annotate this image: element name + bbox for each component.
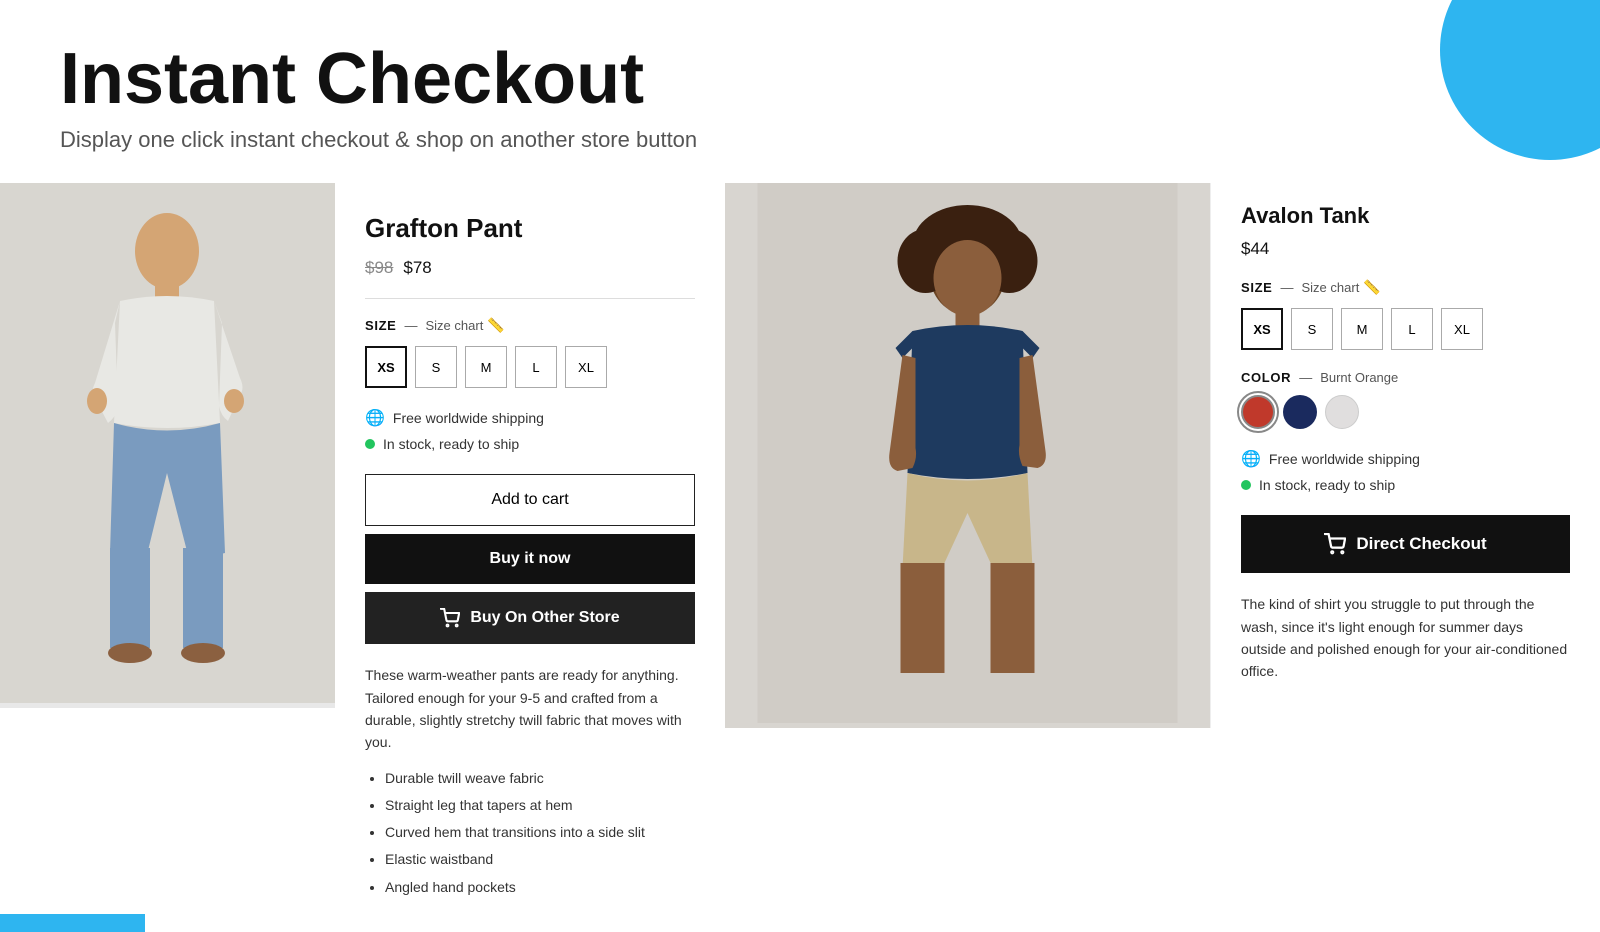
- product-image-right: [725, 183, 1210, 728]
- divider-grafton: [365, 298, 695, 299]
- price-original-grafton: $98: [365, 258, 393, 278]
- shipping-text-grafton: Free worldwide shipping: [393, 410, 544, 426]
- color-swatches-avalon: [1241, 395, 1570, 429]
- size-chart-link-avalon[interactable]: Size chart 📏: [1302, 279, 1381, 296]
- add-to-cart-button[interactable]: Add to cart: [365, 474, 695, 526]
- stock-row-grafton: In stock, ready to ship: [365, 436, 695, 452]
- page-subtitle: Display one click instant checkout & sho…: [60, 127, 1540, 153]
- feature-4: Elastic waistband: [385, 847, 695, 872]
- color-swatch-light-gray[interactable]: [1325, 395, 1359, 429]
- size-btn-m-avalon[interactable]: M: [1341, 308, 1383, 350]
- size-chart-icon-grafton: 📏: [487, 317, 504, 334]
- green-dot-avalon: [1241, 480, 1251, 490]
- page-title: Instant Checkout: [60, 40, 1540, 119]
- shipping-text-avalon: Free worldwide shipping: [1269, 451, 1420, 467]
- product-description-avalon: The kind of shirt you struggle to put th…: [1241, 593, 1570, 683]
- direct-checkout-label: Direct Checkout: [1356, 534, 1486, 554]
- size-btn-s-avalon[interactable]: S: [1291, 308, 1333, 350]
- buy-other-store-label: Buy On Other Store: [470, 609, 619, 627]
- size-chart-link-grafton[interactable]: Size chart 📏: [426, 317, 505, 334]
- shipping-row-grafton: 🌐 Free worldwide shipping: [365, 408, 695, 428]
- product-image-left: [0, 183, 335, 708]
- green-dot-grafton: [365, 439, 375, 449]
- stock-text-grafton: In stock, ready to ship: [383, 436, 519, 452]
- size-btn-m-grafton[interactable]: M: [465, 346, 507, 388]
- stock-row-avalon: In stock, ready to ship: [1241, 477, 1570, 493]
- product-description-grafton: These warm-weather pants are ready for a…: [365, 664, 695, 754]
- size-btn-l-grafton[interactable]: L: [515, 346, 557, 388]
- size-btn-s-grafton[interactable]: S: [415, 346, 457, 388]
- size-chart-icon-avalon: 📏: [1363, 279, 1380, 296]
- header: Instant Checkout Display one click insta…: [0, 0, 1600, 183]
- feature-5: Angled hand pockets: [385, 875, 695, 900]
- cart-icon-other-store: [440, 608, 460, 628]
- size-label-grafton: SIZE: [365, 318, 397, 333]
- product-name-avalon: Avalon Tank: [1241, 203, 1570, 229]
- size-btn-xs-grafton[interactable]: XS: [365, 346, 407, 388]
- product-photo-left: [0, 183, 335, 703]
- globe-icon-avalon: 🌐: [1241, 449, 1261, 469]
- size-buttons-avalon: XS S M L XL: [1241, 308, 1570, 350]
- size-btn-xs-avalon[interactable]: XS: [1241, 308, 1283, 350]
- feature-2: Straight leg that tapers at hem: [385, 793, 695, 818]
- globe-icon-grafton: 🌐: [365, 408, 385, 428]
- size-btn-l-avalon[interactable]: L: [1391, 308, 1433, 350]
- stock-text-avalon: In stock, ready to ship: [1259, 477, 1395, 493]
- cart-icon-direct-checkout: [1324, 533, 1346, 555]
- size-label-avalon: SIZE: [1241, 280, 1273, 295]
- size-label-row-avalon: SIZE — Size chart 📏: [1241, 279, 1570, 296]
- product-name-grafton: Grafton Pant: [365, 213, 695, 244]
- product-detail-avalon: Avalon Tank $44 SIZE — Size chart 📏 XS S…: [1210, 183, 1600, 728]
- buy-it-now-button[interactable]: Buy it now: [365, 534, 695, 584]
- product-detail-grafton: Grafton Pant $98 $78 SIZE — Size chart 📏…: [335, 183, 725, 932]
- direct-checkout-button[interactable]: Direct Checkout: [1241, 515, 1570, 573]
- size-btn-xl-grafton[interactable]: XL: [565, 346, 607, 388]
- color-value-avalon: Burnt Orange: [1320, 370, 1398, 385]
- color-swatch-burnt-orange[interactable]: [1241, 395, 1275, 429]
- product-photo-right: [725, 183, 1210, 723]
- color-label-avalon: COLOR: [1241, 370, 1291, 385]
- buy-other-store-button[interactable]: Buy On Other Store: [365, 592, 695, 644]
- feature-3: Curved hem that transitions into a side …: [385, 820, 695, 845]
- product-features-grafton: Durable twill weave fabric Straight leg …: [365, 766, 695, 900]
- color-swatch-navy[interactable]: [1283, 395, 1317, 429]
- size-label-row-grafton: SIZE — Size chart 📏: [365, 317, 695, 334]
- color-label-row-avalon: COLOR — Burnt Orange: [1241, 370, 1570, 385]
- size-buttons-grafton: XS S M L XL: [365, 346, 695, 388]
- right-side: Avalon Tank $44 SIZE — Size chart 📏 XS S…: [725, 183, 1600, 728]
- main-content: Grafton Pant $98 $78 SIZE — Size chart 📏…: [0, 183, 1600, 932]
- price-sale-grafton: $78: [403, 258, 431, 278]
- price-row-grafton: $98 $78: [365, 258, 695, 278]
- size-btn-xl-avalon[interactable]: XL: [1441, 308, 1483, 350]
- price-avalon: $44: [1241, 239, 1570, 259]
- feature-1: Durable twill weave fabric: [385, 766, 695, 791]
- shipping-row-avalon: 🌐 Free worldwide shipping: [1241, 449, 1570, 469]
